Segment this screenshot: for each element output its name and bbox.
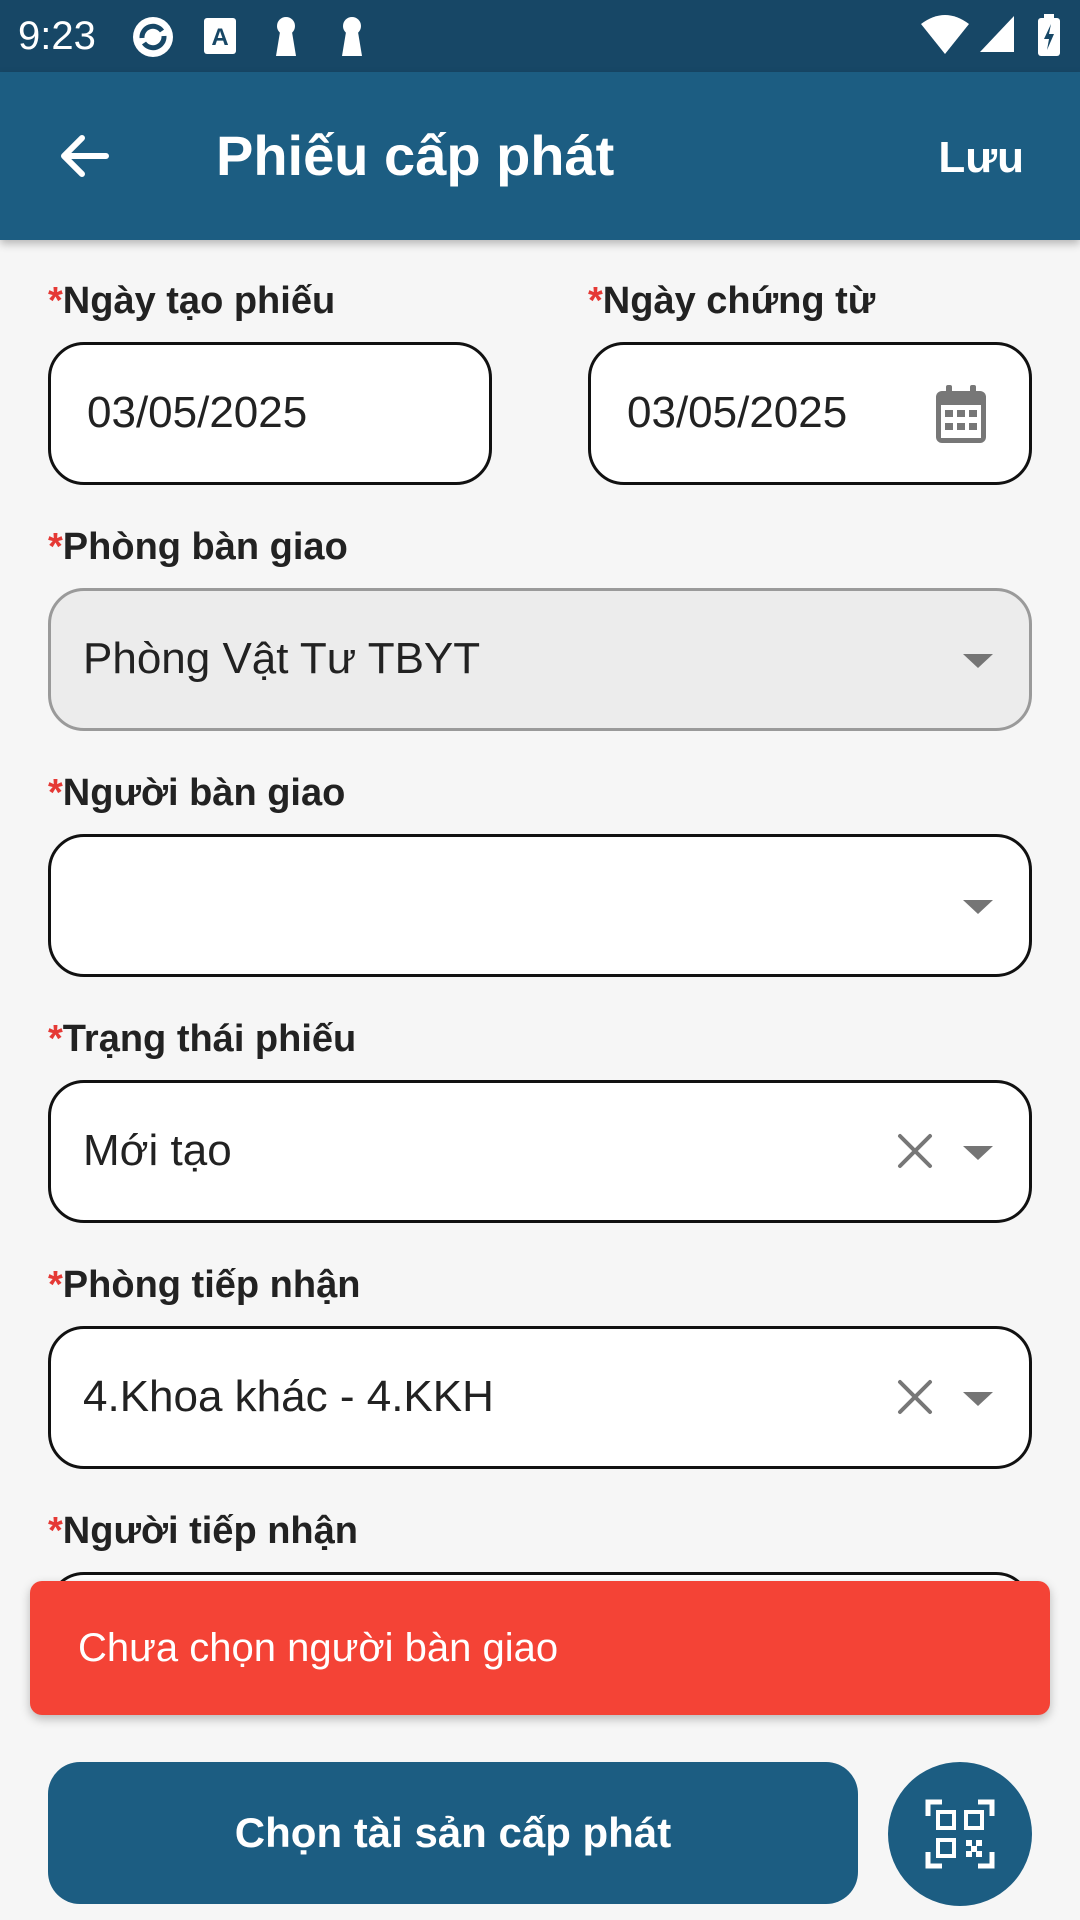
page-title: Phiếu cấp phát [216,124,615,187]
required-mark: * [588,280,603,322]
status-time: 9:23 [18,14,96,58]
ngay-tao-phieu-field[interactable]: 03/05/2025 [48,342,492,485]
phong-tiep-nhan-dropdown[interactable]: 4.Khoa khác - 4.KKH [48,1326,1032,1469]
signal-icon [980,16,1014,52]
required-mark: * [48,1018,63,1060]
chevron-down-icon[interactable] [963,1392,993,1406]
chevron-down-icon[interactable] [963,1146,993,1160]
phong-ban-giao-label: *Phòng bàn giao [48,524,348,570]
phong-tiep-nhan-label-text: Phòng tiếp nhận [62,1264,361,1306]
status-bar: 9:23 A [0,0,1080,72]
phong-ban-giao-label-text: Phòng bàn giao [62,526,348,568]
ngay-tao-phieu-label: *Ngày tạo phiếu [48,278,335,324]
clear-icon[interactable] [895,1131,935,1171]
back-arrow-icon[interactable] [56,128,112,184]
trang-thai-phieu-dropdown[interactable]: Mới tạo [48,1080,1032,1223]
chevron-down-icon[interactable] [963,900,993,914]
keyhole-icon [276,17,296,56]
required-mark: * [48,280,63,322]
trang-thai-phieu-label-text: Trạng thái phiếu [62,1018,357,1060]
font-a-icon: A [204,18,236,54]
select-assets-button[interactable]: Chọn tài sản cấp phát [48,1762,858,1904]
required-mark: * [48,1264,63,1306]
error-snackbar: Chưa chọn người bàn giao [30,1581,1050,1715]
nguoi-ban-giao-label: *Người bàn giao [48,770,345,816]
sync-icon [133,17,173,57]
battery-charging-icon [1038,14,1060,56]
ngay-chung-tu-label-text: Ngày chứng từ [602,280,876,322]
nguoi-ban-giao-label-text: Người bàn giao [62,772,346,814]
svg-text:A: A [211,24,228,51]
save-button[interactable]: Lưu [938,132,1024,184]
required-mark: * [48,526,63,568]
required-mark: * [48,1510,63,1552]
phong-ban-giao-dropdown: Phòng Vật Tư TBYT [48,588,1032,731]
calendar-icon[interactable] [933,383,989,445]
clear-icon[interactable] [895,1377,935,1417]
keyhole-icon [342,17,362,56]
chevron-down-icon [963,654,993,668]
nguoi-ban-giao-dropdown[interactable] [48,834,1032,977]
ngay-tao-phieu-label-text: Ngày tạo phiếu [62,280,336,322]
app-bar: Phiếu cấp phát Lưu [0,72,1080,240]
ngay-chung-tu-label: *Ngày chứng từ [588,278,875,324]
wifi-icon [921,15,969,54]
phong-tiep-nhan-value: 4.Khoa khác - 4.KKH [83,1372,494,1421]
phong-ban-giao-value: Phòng Vật Tư TBYT [83,634,481,683]
ngay-chung-tu-value: 03/05/2025 [627,388,848,437]
phong-tiep-nhan-label: *Phòng tiếp nhận [48,1262,360,1308]
nguoi-tiep-nhan-label-text: Người tiếp nhận [62,1510,358,1552]
trang-thai-phieu-label: *Trạng thái phiếu [48,1016,356,1062]
nguoi-tiep-nhan-label: *Người tiếp nhận [48,1508,358,1554]
ngay-chung-tu-field[interactable]: 03/05/2025 [588,342,1032,485]
trang-thai-phieu-value: Mới tạo [83,1126,232,1175]
ngay-tao-phieu-value: 03/05/2025 [87,388,308,437]
snackbar-message: Chưa chọn người bàn giao [78,1626,559,1670]
required-mark: * [48,772,63,814]
qr-scan-button[interactable] [888,1762,1032,1906]
qr-code-scan-icon [925,1799,995,1869]
